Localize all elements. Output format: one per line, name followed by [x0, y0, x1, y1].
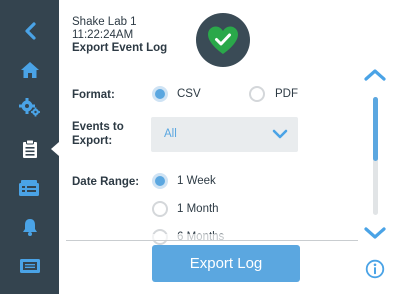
range-1week-label[interactable]: 1 Week [177, 175, 216, 187]
nav-home[interactable] [0, 52, 59, 88]
nav-device[interactable] [0, 248, 59, 284]
nav-alarms[interactable] [0, 209, 59, 245]
format-csv-radio[interactable] [152, 86, 168, 102]
status-indicator [196, 13, 250, 67]
scroll-up-button[interactable] [363, 67, 387, 88]
info-button[interactable] [365, 259, 385, 284]
clipboard-icon [22, 139, 37, 158]
clock: 11:22:24AM [72, 29, 134, 41]
chevron-left-icon [24, 22, 36, 40]
export-log-button[interactable]: Export Log [152, 245, 300, 282]
events-dropdown[interactable]: All [151, 117, 298, 152]
nav-event-log[interactable] [0, 131, 59, 167]
heart-check-icon [208, 26, 238, 54]
nav-settings[interactable] [0, 89, 59, 125]
events-label: Events to Export: [72, 120, 124, 148]
scrollbar-thumb[interactable] [373, 97, 378, 161]
info-icon [365, 259, 385, 279]
gears-icon [18, 98, 40, 117]
bell-icon [22, 219, 37, 236]
format-pdf-radio[interactable] [249, 86, 265, 102]
divider [66, 240, 358, 241]
chevron-down-icon [364, 227, 386, 239]
back-button[interactable] [0, 13, 59, 49]
date-range-label: Date Range: [72, 176, 140, 188]
format-pdf-label[interactable]: PDF [275, 88, 298, 100]
events-dropdown-value: All [164, 128, 177, 140]
format-csv-label[interactable]: CSV [177, 88, 201, 100]
format-label: Format: [72, 89, 115, 101]
scroll-down-button[interactable] [363, 225, 387, 246]
sidebar [0, 0, 59, 294]
events-label-line2: Export: [72, 135, 113, 147]
chevron-down-icon [272, 129, 288, 139]
device-name: Shake Lab 1 [72, 16, 137, 28]
header: Shake Lab 1 11:22:24AM Export Event Log [72, 16, 167, 55]
nav-records[interactable] [0, 170, 59, 206]
range-1month-label[interactable]: 1 Month [177, 203, 219, 215]
events-label-line1: Events to [72, 121, 124, 133]
records-icon [18, 180, 39, 196]
range-1month-radio[interactable] [152, 201, 168, 217]
scrollbar-track[interactable] [373, 97, 378, 215]
card-icon [19, 259, 40, 273]
home-icon [20, 62, 39, 78]
page-title: Export Event Log [72, 42, 168, 54]
range-1week-radio[interactable] [152, 173, 168, 189]
chevron-up-icon [364, 69, 386, 81]
